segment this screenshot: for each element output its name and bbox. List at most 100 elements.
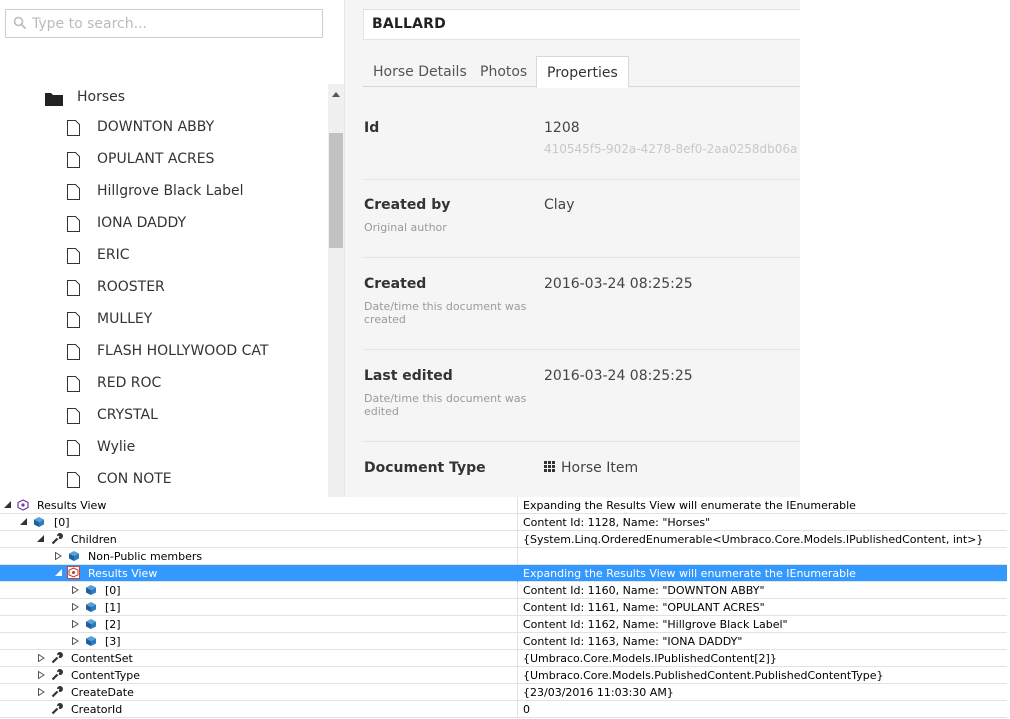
collapsed-arrow-icon[interactable]: [38, 654, 45, 662]
tree-node-horses[interactable]: Horses: [0, 84, 328, 112]
tab-properties[interactable]: Properties: [536, 56, 629, 88]
editor-panel: BALLARD Horse Details Photos Properties …: [345, 0, 803, 497]
document-icon: [67, 344, 80, 360]
property-wrench-icon: [51, 533, 63, 545]
object-icon: [34, 517, 44, 527]
expanded-arrow-icon[interactable]: [55, 569, 62, 576]
watch-row[interactable]: ContentType {Umbraco.Core.Models.Publish…: [0, 667, 1007, 684]
tree-item[interactable]: OPULANT ACRES: [0, 148, 328, 180]
property-wrench-icon: [51, 703, 63, 715]
tree-item[interactable]: RED ROC: [0, 372, 328, 404]
property-wrench-icon: [51, 669, 63, 681]
expanded-arrow-icon[interactable]: [20, 518, 27, 525]
watch-name: Results View: [37, 499, 107, 512]
document-type-name: Horse Item: [561, 460, 639, 476]
tree-item[interactable]: CON NOTE: [0, 468, 328, 497]
tree-item-label: RED ROC: [97, 375, 162, 391]
watch-name: [0]: [54, 516, 70, 529]
collapsed-arrow-icon[interactable]: [55, 552, 62, 560]
watch-row[interactable]: CreateDate {23/03/2016 11:03:30 AM}: [0, 684, 1007, 701]
watch-name-cell: Children: [0, 531, 518, 548]
expanded-arrow-icon[interactable]: [37, 535, 44, 542]
tree-item[interactable]: CRYSTAL: [0, 404, 328, 436]
document-icon: [67, 184, 80, 200]
watch-row[interactable]: Non-Public members: [0, 548, 1007, 565]
collapsed-arrow-icon[interactable]: [72, 603, 79, 611]
scroll-up-arrow-icon[interactable]: [332, 92, 340, 97]
document-name: BALLARD: [372, 16, 446, 32]
object-icon: [86, 602, 96, 612]
watch-name-cell: ContentSet: [0, 650, 518, 667]
watch-name-cell: CreateDate: [0, 684, 518, 701]
content-tree-panel: Horses DOWNTON ABBY OPULANT ACRES Hillgr…: [0, 0, 345, 497]
watch-row[interactable]: [0] Content Id: 1128, Name: "Horses": [0, 514, 1007, 531]
tree-item-label: Hillgrove Black Label: [97, 183, 244, 199]
prop-created-label: Created: [364, 276, 427, 292]
tab-horse-details[interactable]: Horse Details: [363, 56, 477, 88]
tab-photos[interactable]: Photos: [470, 56, 537, 88]
object-icon: [86, 619, 96, 629]
watch-name-cell: Non-Public members: [0, 548, 518, 565]
watch-name: ContentSet: [71, 652, 133, 665]
tree-scrollbar[interactable]: [328, 84, 344, 497]
collapsed-arrow-icon[interactable]: [38, 688, 45, 696]
watch-row[interactable]: Children {System.Linq.OrderedEnumerable<…: [0, 531, 1007, 548]
watch-value: Content Id: 1128, Name: "Horses": [523, 516, 711, 529]
tree-item-label: FLASH HOLLYWOOD CAT: [97, 343, 269, 359]
collapsed-arrow-icon[interactable]: [38, 671, 45, 679]
watch-value: Content Id: 1163, Name: "IONA DADDY": [523, 635, 743, 648]
prop-document-type-value[interactable]: Horse Item: [544, 460, 638, 476]
tree-item[interactable]: MULLEY: [0, 308, 328, 340]
tree-item-label: MULLEY: [97, 311, 153, 327]
watch-value: Content Id: 1162, Name: "Hillgrove Black…: [523, 618, 788, 631]
scrollbar-thumb[interactable]: [329, 133, 343, 248]
results-view-icon: [67, 566, 80, 579]
tree-item[interactable]: DOWNTON ABBY: [0, 116, 328, 148]
watch-row[interactable]: [0] Content Id: 1160, Name: "DOWNTON ABB…: [0, 582, 1007, 599]
tree-item-label: IONA DADDY: [97, 215, 187, 231]
tree-item-label: ROOSTER: [97, 279, 165, 295]
watch-row[interactable]: CreatorId 0: [0, 701, 1007, 718]
tree-item-label: Wylie: [97, 439, 136, 455]
tree-item[interactable]: ROOSTER: [0, 276, 328, 308]
watch-name: ContentType: [71, 669, 141, 682]
document-icon: [67, 120, 80, 136]
document-icon: [67, 248, 80, 264]
watch-name: [0]: [105, 584, 121, 597]
watch-name-cell: [1]: [0, 599, 518, 616]
collapsed-arrow-icon[interactable]: [72, 637, 79, 645]
watch-row[interactable]: [1] Content Id: 1161, Name: "OPULANT ACR…: [0, 599, 1007, 616]
watch-row[interactable]: [2] Content Id: 1162, Name: "Hillgrove B…: [0, 616, 1007, 633]
watch-name-cell: ContentType: [0, 667, 518, 684]
document-name-field[interactable]: BALLARD: [363, 9, 803, 40]
document-icon: [67, 216, 80, 232]
watch-name: Non-Public members: [88, 550, 203, 563]
watch-name: [2]: [105, 618, 121, 631]
collapsed-arrow-icon[interactable]: [72, 586, 79, 594]
watch-row-selected[interactable]: Results View Expanding the Results View …: [0, 565, 1007, 582]
tree-item[interactable]: Hillgrove Black Label: [0, 180, 328, 212]
watch-name: Results View: [88, 567, 158, 580]
prop-document-type-label: Document Type: [364, 460, 486, 476]
watch-value: {Umbraco.Core.Models.IPublishedContent[2…: [523, 652, 777, 665]
watch-value: {Umbraco.Core.Models.PublishedContent.Pu…: [523, 669, 884, 682]
property-wrench-icon: [51, 686, 63, 698]
watch-row[interactable]: Results View Expanding the Results View …: [0, 497, 1007, 514]
tree-node-label: Horses: [77, 89, 126, 105]
document-icon: [67, 312, 80, 328]
search-box[interactable]: [5, 9, 323, 38]
tree-item[interactable]: ERIC: [0, 244, 328, 276]
collapsed-arrow-icon[interactable]: [72, 620, 79, 628]
tree-item-label: OPULANT ACRES: [97, 151, 215, 167]
tree-item[interactable]: FLASH HOLLYWOOD CAT: [0, 340, 328, 372]
divider: [363, 179, 800, 180]
search-input[interactable]: [32, 13, 317, 35]
prop-created-by-label: Created by: [364, 197, 451, 213]
expanded-arrow-icon[interactable]: [4, 501, 11, 508]
watch-row[interactable]: ContentSet {Umbraco.Core.Models.IPublish…: [0, 650, 1007, 667]
tree-item[interactable]: Wylie: [0, 436, 328, 468]
watch-row[interactable]: [3] Content Id: 1163, Name: "IONA DADDY": [0, 633, 1007, 650]
tree-item[interactable]: IONA DADDY: [0, 212, 328, 244]
watch-name-cell: CreatorId: [0, 701, 518, 718]
prop-created-by-desc: Original author: [364, 221, 447, 234]
